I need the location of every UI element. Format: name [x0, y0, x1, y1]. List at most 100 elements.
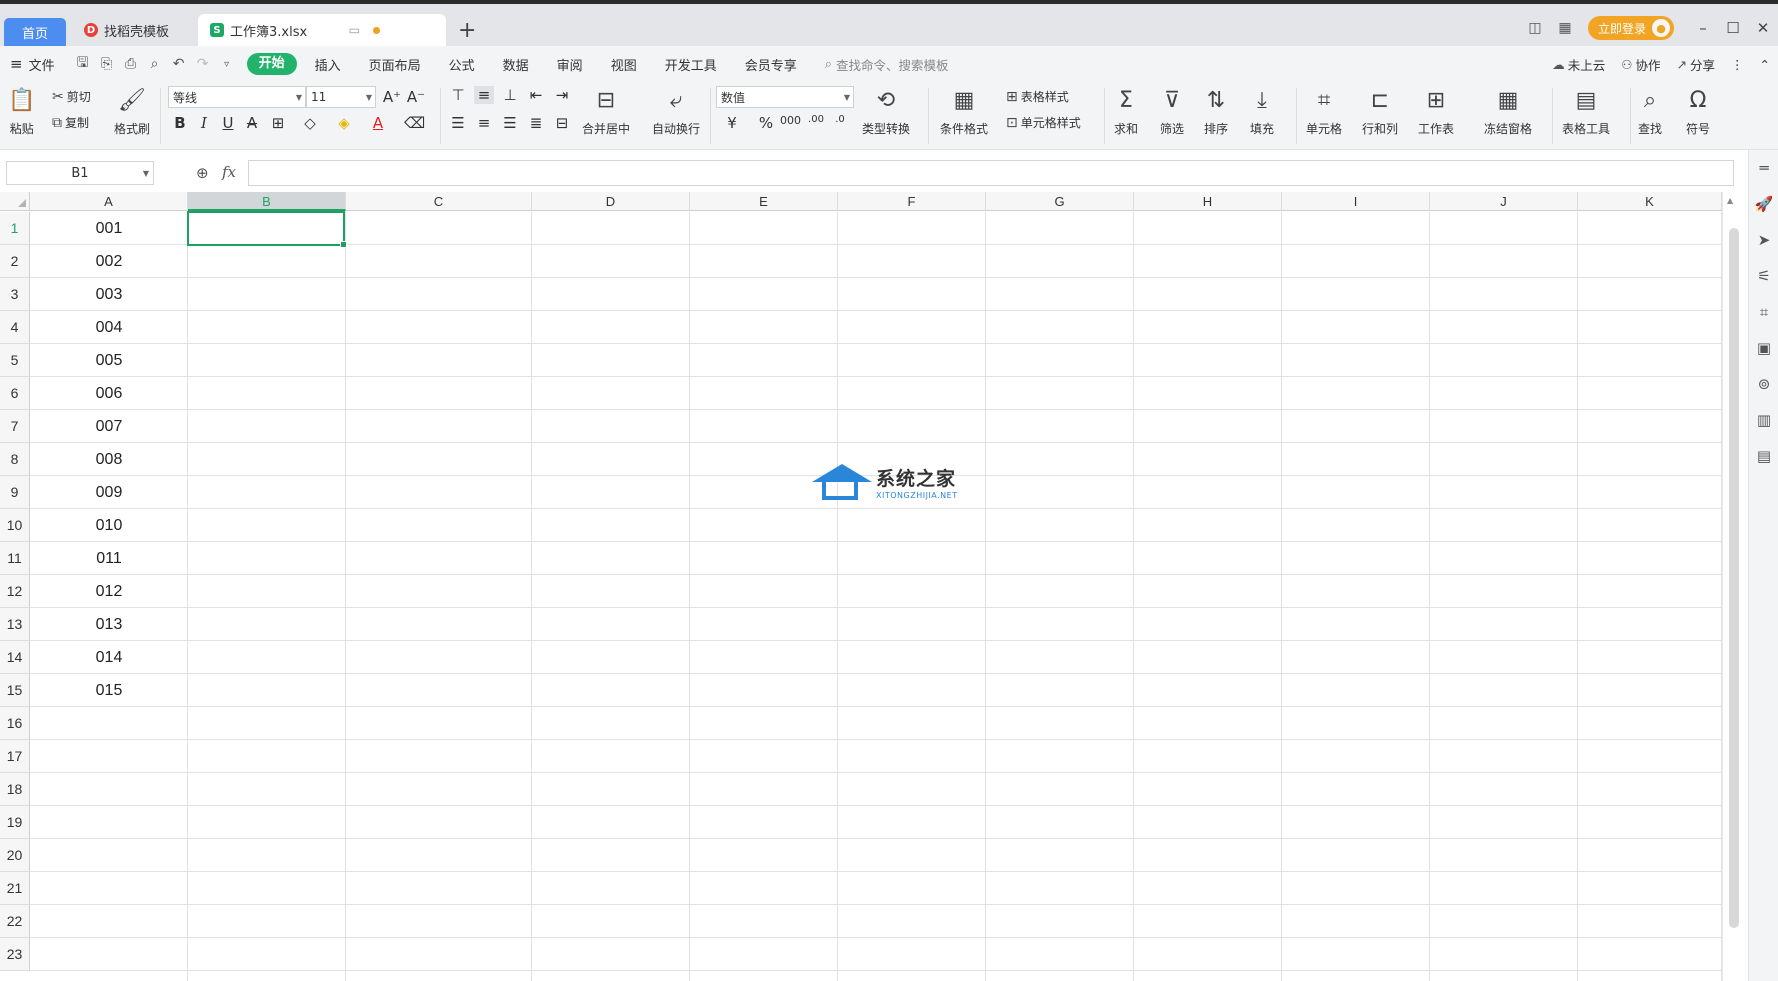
row-header[interactable]: 18 [0, 773, 30, 806]
cell-a[interactable]: 003 [30, 278, 188, 311]
apps-grid-icon[interactable]: ▦ [1550, 20, 1580, 36]
login-button[interactable]: 立即登录 ● [1587, 16, 1674, 40]
cell-style-button[interactable]: ⊡ 单元格样式 [1006, 114, 1081, 131]
fill-color-icon[interactable]: ◈ [334, 114, 354, 132]
distribute-icon[interactable]: ⊟ [552, 114, 572, 132]
cell-button[interactable]: ⌗ 单元格 [1306, 86, 1342, 137]
scroll-thumb[interactable] [1729, 228, 1739, 928]
italic-icon[interactable]: I [194, 114, 214, 132]
image-icon[interactable]: ▣ [1749, 330, 1778, 366]
percent-icon[interactable]: % [756, 114, 776, 132]
cell-a[interactable]: 014 [30, 641, 188, 674]
maximize-icon[interactable]: ☐ [1718, 19, 1748, 37]
cell-a[interactable]: 013 [30, 608, 188, 641]
row-header[interactable]: 4 [0, 311, 30, 344]
adjust-icon[interactable]: ⚟ [1749, 258, 1778, 294]
shape-fill-icon[interactable]: ◇ [300, 114, 320, 132]
tab-insert[interactable]: 插入 [301, 55, 355, 74]
thousands-icon[interactable]: 000 [780, 114, 801, 127]
tab-formula[interactable]: 公式 [435, 55, 489, 74]
cell-a[interactable]: 008 [30, 443, 188, 476]
fill-button[interactable]: ⤓ 填充 [1250, 86, 1274, 137]
font-size-select[interactable]: 11 ▼ [306, 86, 376, 108]
column-header-k[interactable]: K [1578, 192, 1722, 211]
table-panel-icon[interactable]: ▤ [1749, 438, 1778, 474]
cell-a[interactable]: 015 [30, 674, 188, 707]
symbol-button[interactable]: Ω 符号 [1686, 86, 1710, 137]
format-painter-button[interactable]: 🖌 格式刷 [114, 86, 150, 137]
row-header[interactable]: 9 [0, 476, 30, 509]
align-center-icon[interactable]: ≡ [474, 114, 494, 132]
column-header-g[interactable]: G [986, 192, 1134, 211]
minimize-icon[interactable]: – [1688, 19, 1718, 37]
cell-a[interactable]: 002 [30, 245, 188, 278]
name-box[interactable]: B1 ▼ [6, 161, 154, 185]
number-format-select[interactable]: 数值 ▼ [716, 86, 854, 108]
tab-member[interactable]: 会员专享 [731, 55, 811, 74]
location-icon[interactable]: ⊚ [1749, 366, 1778, 402]
spreadsheet-grid[interactable]: A B C D E F G H I J K 1 001 2 002 3 003 4 004 5 005 6 006 7 007 8… [0, 192, 1722, 981]
cell-a[interactable]: 001 [30, 212, 188, 245]
align-middle-icon[interactable]: ≡ [474, 86, 494, 104]
share-button[interactable]: ↗ 分享 [1669, 55, 1724, 74]
row-col-button[interactable]: ⊏ 行和列 [1362, 86, 1398, 137]
copy-button[interactable]: ⧉ 复制 [52, 114, 89, 131]
row-header[interactable]: 19 [0, 806, 30, 839]
vertical-scrollbar[interactable]: ▲ [1722, 192, 1744, 981]
sort-button[interactable]: ⇅ 排序 [1204, 86, 1228, 137]
column-header-c[interactable]: C [346, 192, 532, 211]
column-header-b[interactable]: B [188, 192, 346, 211]
align-left-icon[interactable]: ☰ [448, 114, 468, 132]
increase-decimal-icon[interactable]: .00 [806, 114, 826, 125]
formula-input[interactable] [248, 160, 1734, 186]
row-header[interactable]: 22 [0, 905, 30, 938]
column-header-h[interactable]: H [1134, 192, 1282, 211]
row-header[interactable]: 12 [0, 575, 30, 608]
font-color-icon[interactable]: A [368, 114, 388, 132]
zoom-icon[interactable]: ⊕ [196, 164, 209, 182]
align-bottom-icon[interactable]: ⊥ [500, 86, 520, 104]
table-tools-button[interactable]: ▤ 表格工具 [1562, 86, 1610, 137]
filter-button[interactable]: ⊽ 筛选 [1160, 86, 1184, 137]
freeze-button[interactable]: ▦ 冻结窗格 [1484, 86, 1532, 137]
tab-home[interactable]: 首页 [4, 18, 66, 46]
increase-font-icon[interactable]: A⁺ [382, 88, 402, 106]
cell-a[interactable]: 005 [30, 344, 188, 377]
column-header-e[interactable]: E [690, 192, 838, 211]
row-header[interactable]: 16 [0, 707, 30, 740]
justify-icon[interactable]: ≣ [526, 114, 546, 132]
redo-icon[interactable]: ↷ [191, 56, 215, 72]
fx-icon[interactable]: fx [222, 163, 236, 181]
more-menu-icon[interactable]: ⋮ [1723, 57, 1752, 72]
type-convert-button[interactable]: ⟲ 类型转换 [862, 86, 910, 137]
row-header[interactable]: 1 [0, 212, 30, 245]
undo-icon[interactable]: ↶ [167, 56, 191, 72]
row-header[interactable]: 2 [0, 245, 30, 278]
align-top-icon[interactable]: ⊤ [448, 86, 468, 104]
collab-button[interactable]: ⚇ 协作 [1613, 55, 1668, 74]
sum-button[interactable]: Σ 求和 [1114, 86, 1138, 137]
print-icon[interactable]: ⎙ [119, 56, 143, 72]
scroll-up-icon[interactable]: ▲ [1727, 196, 1733, 205]
row-header[interactable]: 6 [0, 377, 30, 410]
column-header-j[interactable]: J [1430, 192, 1578, 211]
cell-a[interactable]: 011 [30, 542, 188, 575]
active-cell-b1[interactable] [187, 211, 347, 248]
worksheet-button[interactable]: ⊞ 工作表 [1418, 86, 1454, 137]
border-icon[interactable]: ⊞ [268, 114, 288, 132]
row-header[interactable]: 3 [0, 278, 30, 311]
close-icon[interactable]: ✕ [1748, 19, 1778, 37]
bold-icon[interactable]: B [170, 114, 190, 132]
cell-a[interactable]: 004 [30, 311, 188, 344]
find-button[interactable]: ⌕ 查找 [1638, 86, 1662, 137]
cell-a[interactable]: 009 [30, 476, 188, 509]
paste-button[interactable]: 📋 粘贴 [8, 86, 35, 137]
row-header[interactable]: 20 [0, 839, 30, 872]
select-all-corner[interactable] [0, 192, 30, 211]
merge-center-button[interactable]: ⊟ 合并居中 [582, 86, 630, 137]
command-search[interactable]: ⌕ 查找命令、搜索模板 [825, 55, 949, 74]
tab-template[interactable]: D 找稻壳模板 [72, 14, 194, 46]
tab-developer[interactable]: 开发工具 [651, 55, 731, 74]
cloud-button[interactable]: ☁ 未上云 [1544, 55, 1613, 74]
monitor-icon[interactable]: ▭ [349, 23, 360, 37]
